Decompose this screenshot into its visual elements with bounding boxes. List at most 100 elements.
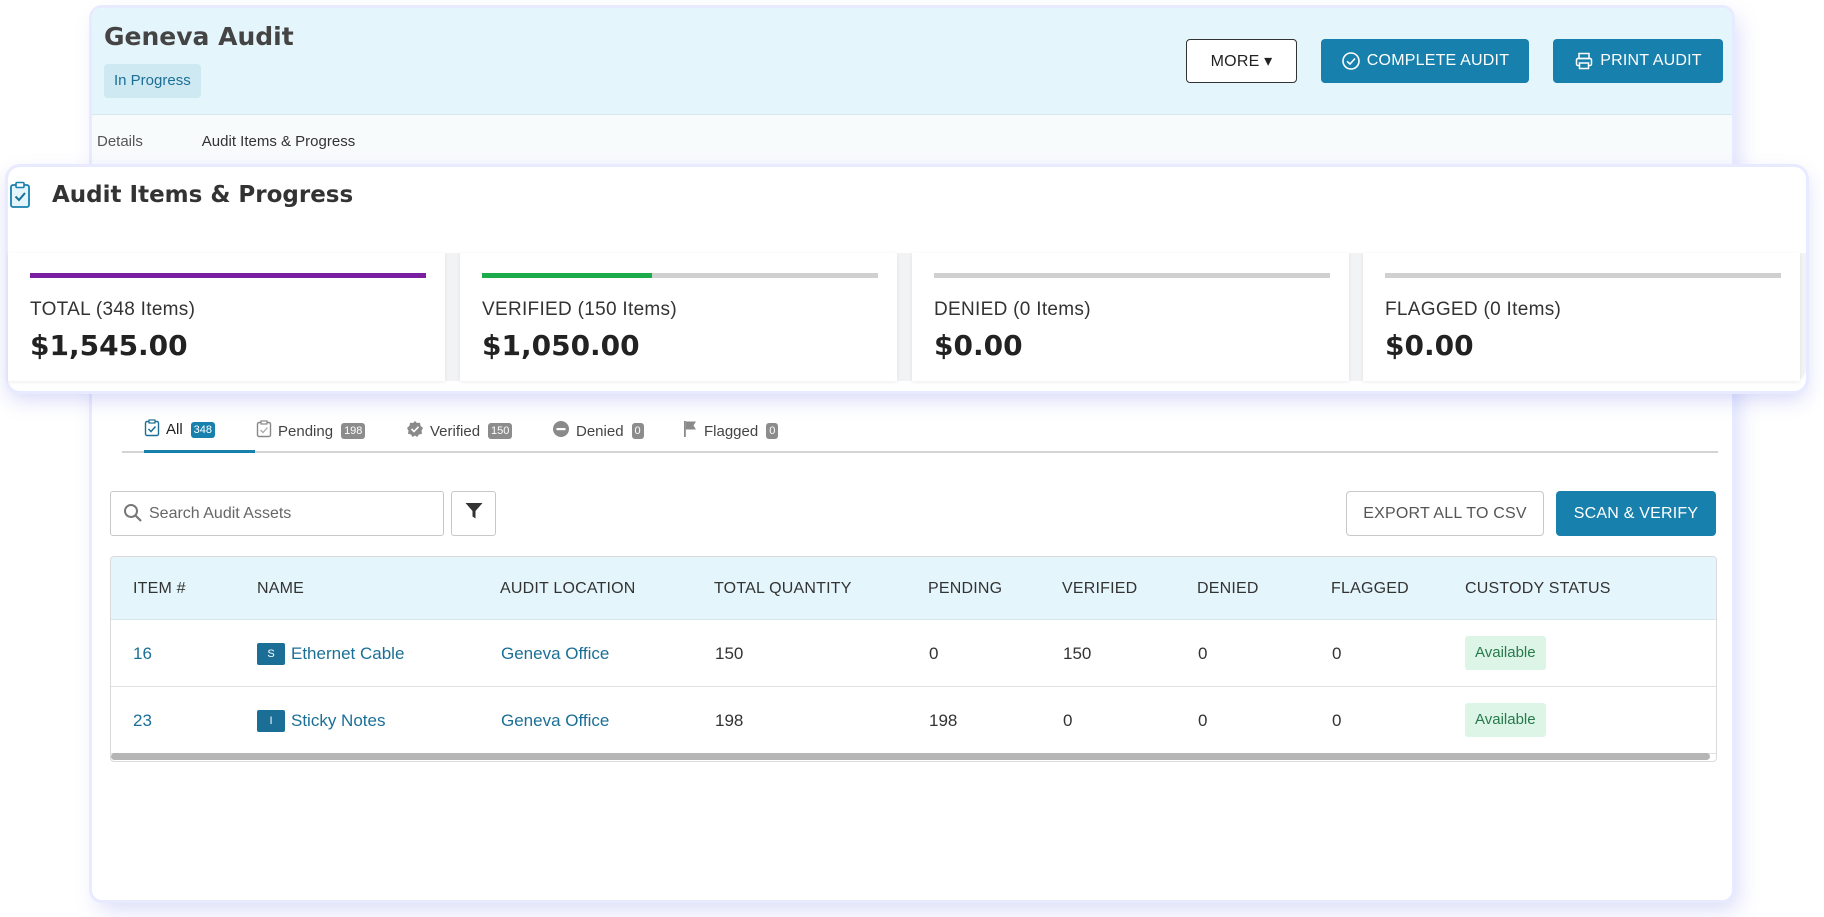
item-name-link[interactable]: Sticky Notes [291, 687, 385, 754]
search-icon [123, 503, 143, 528]
audit-header: Geneva Audit In Progress MORE ▾ COMPLETE… [92, 8, 1732, 115]
count-badge: 198 [341, 423, 366, 439]
export-csv-button[interactable]: EXPORT ALL TO CSV [1346, 491, 1544, 536]
print-audit-button[interactable]: PRINT AUDIT [1553, 39, 1723, 83]
verified-cell: 0 [1063, 711, 1073, 730]
item-number-link[interactable]: 16 [133, 620, 152, 687]
search-box [110, 491, 444, 536]
filter-button[interactable] [451, 491, 496, 536]
filter-tab-verified[interactable]: Verified 150 [406, 409, 513, 453]
audit-window: Geneva Audit In Progress MORE ▾ COMPLETE… [92, 8, 1732, 900]
filter-tab-label: Verified [430, 422, 481, 440]
audit-summary-panel: Audit Items & Progress TOTAL (348 Items)… [8, 167, 1806, 391]
location-link[interactable]: Geneva Office [501, 620, 609, 687]
count-badge: 150 [488, 423, 513, 439]
column-header-location[interactable]: AUDIT LOCATION [500, 557, 636, 620]
flagged-label: FLAGGED (0 Items) [1385, 299, 1562, 320]
column-header-denied[interactable]: DENIED [1197, 557, 1259, 620]
column-header-custody-status[interactable]: CUSTODY STATUS [1465, 557, 1611, 620]
column-header-item[interactable]: ITEM # [133, 557, 186, 620]
column-header-total-quantity[interactable]: TOTAL QUANTITY [714, 557, 852, 620]
item-number-link[interactable]: 23 [133, 687, 152, 754]
filter-tabs: All 348 Pending 198 Verified 150 Denied … [122, 409, 1718, 453]
summary-title: Audit Items & Progress [52, 182, 354, 208]
table-header: ITEM # NAME AUDIT LOCATION TOTAL QUANTIT… [111, 557, 1716, 620]
search-input[interactable] [149, 492, 439, 535]
flagged-cell: 0 [1332, 644, 1342, 663]
count-badge: 0 [631, 423, 644, 439]
item-type-badge: I [257, 709, 285, 732]
filter-tab-label: Flagged [704, 422, 759, 440]
page-tabs: Details Audit Items & Progress [92, 115, 1732, 169]
total-progress-bar [30, 273, 426, 278]
custody-status-cell: Available [1465, 620, 1546, 687]
horizontal-scrollbar[interactable] [111, 753, 1710, 760]
column-header-pending[interactable]: PENDING [928, 557, 1002, 620]
table-row[interactable]: 23 I Sticky Notes Geneva Office 198 198 … [111, 687, 1716, 754]
count-badge: 0 [766, 423, 779, 439]
clipboard-check-icon [8, 181, 34, 209]
location-link[interactable]: Geneva Office [501, 687, 609, 754]
tab-audit-items[interactable]: Audit Items & Progress [176, 115, 381, 169]
audit-items-table: ITEM # NAME AUDIT LOCATION TOTAL QUANTIT… [110, 556, 1717, 762]
filter-tab-flagged[interactable]: Flagged 0 [682, 409, 779, 453]
item-type-badge: S [257, 642, 285, 665]
complete-audit-label: COMPLETE AUDIT [1366, 52, 1510, 69]
status-badge: Available [1465, 703, 1546, 737]
flagged-progress-bar [1385, 273, 1781, 278]
table-row[interactable]: 16 S Ethernet Cable Geneva Office 150 0 … [111, 620, 1716, 687]
total-quantity-cell: 150 [715, 644, 744, 663]
scan-verify-button[interactable]: SCAN & VERIFY [1556, 491, 1716, 536]
denied-value: $0.00 [934, 329, 1023, 362]
column-header-verified[interactable]: VERIFIED [1062, 557, 1137, 620]
flagged-value: $0.00 [1385, 329, 1474, 362]
total-label: TOTAL (348 Items) [30, 299, 196, 320]
column-header-flagged[interactable]: FLAGGED [1331, 557, 1409, 620]
filter-tab-label: Denied [576, 422, 624, 440]
tab-details[interactable]: Details [97, 115, 143, 169]
denied-card: DENIED (0 Items) $0.00 [912, 253, 1349, 381]
clipboard-icon [256, 420, 272, 442]
more-button-label: MORE ▾ [1210, 53, 1273, 70]
clipboard-check-icon [144, 418, 160, 441]
total-card: TOTAL (348 Items) $1,545.00 [8, 253, 445, 381]
status-badge: Available [1465, 636, 1546, 670]
verified-label: VERIFIED (150 Items) [482, 299, 677, 320]
flag-icon [682, 420, 698, 442]
item-name-link[interactable]: Ethernet Cable [291, 620, 404, 687]
flagged-cell: 0 [1332, 711, 1342, 730]
denied-progress-bar [934, 273, 1330, 278]
verified-badge-icon [406, 420, 424, 442]
verified-cell: 150 [1063, 644, 1092, 663]
scan-verify-label: SCAN & VERIFY [1573, 504, 1699, 522]
funnel-icon [464, 501, 484, 526]
more-button[interactable]: MORE ▾ [1186, 39, 1297, 83]
filter-tab-all[interactable]: All 348 [144, 409, 256, 453]
total-quantity-cell: 198 [715, 711, 744, 730]
denied-label: DENIED (0 Items) [934, 299, 1091, 320]
flagged-card: FLAGGED (0 Items) $0.00 [1363, 253, 1800, 381]
name-cell: S Ethernet Cable [257, 620, 404, 687]
page-title: Geneva Audit [104, 22, 294, 51]
summary-cards: TOTAL (348 Items) $1,545.00 VERIFIED (15… [8, 253, 1806, 381]
column-header-name[interactable]: NAME [257, 557, 304, 620]
total-value: $1,545.00 [30, 329, 188, 362]
pending-cell: 198 [929, 711, 958, 730]
filter-tab-label: Pending [278, 422, 334, 440]
summary-header: Audit Items & Progress [8, 181, 353, 209]
verified-value: $1,050.00 [482, 329, 640, 362]
verified-progress-bar [482, 273, 878, 278]
filter-tab-denied[interactable]: Denied 0 [552, 409, 644, 453]
denied-cell: 0 [1198, 711, 1208, 730]
status-badge: In Progress [104, 64, 201, 98]
denied-cell: 0 [1198, 644, 1208, 663]
count-badge: 348 [190, 421, 216, 438]
print-audit-label: PRINT AUDIT [1600, 52, 1702, 69]
export-csv-label: EXPORT ALL TO CSV [1363, 504, 1527, 522]
complete-audit-button[interactable]: COMPLETE AUDIT [1321, 39, 1529, 83]
filter-tab-pending[interactable]: Pending 198 [256, 409, 366, 453]
filter-tab-label: All [166, 421, 183, 438]
pending-cell: 0 [929, 644, 939, 663]
name-cell: I Sticky Notes [257, 687, 385, 754]
verified-card: VERIFIED (150 Items) $1,050.00 [460, 253, 897, 381]
